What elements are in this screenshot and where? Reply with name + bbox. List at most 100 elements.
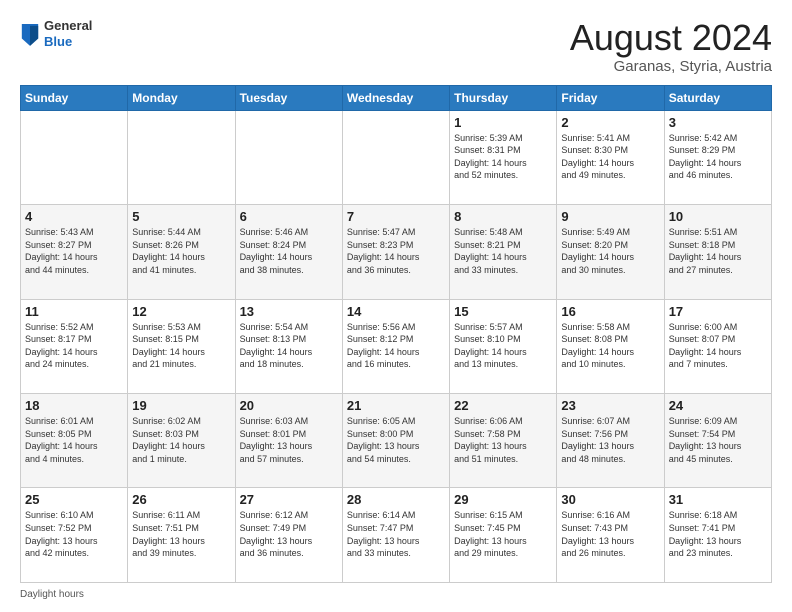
day-info-1-4: Sunrise: 5:48 AMSunset: 8:21 PMDaylight:…	[454, 226, 552, 276]
cell-1-4: 8 Sunrise: 5:48 AMSunset: 8:21 PMDaylight…	[450, 205, 557, 299]
title-block: August 2024 Garanas, Styria, Austria	[570, 18, 772, 75]
day-info-2-6: Sunrise: 6:00 AMSunset: 8:07 PMDaylight:…	[669, 321, 767, 371]
day-info-2-2: Sunrise: 5:54 AMSunset: 8:13 PMDaylight:…	[240, 321, 338, 371]
cell-4-0: 25 Sunrise: 6:10 AMSunset: 7:52 PMDayligh…	[21, 488, 128, 583]
week-row-1: 4 Sunrise: 5:43 AMSunset: 8:27 PMDaylight…	[21, 205, 772, 299]
day-number-0-5: 2	[561, 115, 659, 130]
day-info-3-0: Sunrise: 6:01 AMSunset: 8:05 PMDaylight:…	[25, 415, 123, 465]
day-info-1-0: Sunrise: 5:43 AMSunset: 8:27 PMDaylight:…	[25, 226, 123, 276]
day-info-2-4: Sunrise: 5:57 AMSunset: 8:10 PMDaylight:…	[454, 321, 552, 371]
week-row-2: 11 Sunrise: 5:52 AMSunset: 8:17 PMDayligh…	[21, 299, 772, 393]
day-number-1-1: 5	[132, 209, 230, 224]
day-info-4-6: Sunrise: 6:18 AMSunset: 7:41 PMDaylight:…	[669, 509, 767, 559]
cell-4-2: 27 Sunrise: 6:12 AMSunset: 7:49 PMDayligh…	[235, 488, 342, 583]
footer-label: Daylight hours	[20, 589, 84, 600]
cell-3-0: 18Sunrise: 6:01 AMSunset: 8:05 PMDayligh…	[21, 394, 128, 488]
day-number-2-1: 12	[132, 304, 230, 319]
col-thursday: Thursday	[450, 85, 557, 110]
day-number-1-4: 8	[454, 209, 552, 224]
cell-3-1: 19Sunrise: 6:02 AMSunset: 8:03 PMDayligh…	[128, 394, 235, 488]
cell-2-6: 17 Sunrise: 6:00 AMSunset: 8:07 PMDayligh…	[664, 299, 771, 393]
day-info-1-5: Sunrise: 5:49 AMSunset: 8:20 PMDaylight:…	[561, 226, 659, 276]
day-info-0-4: Sunrise: 5:39 AMSunset: 8:31 PMDaylight:…	[454, 132, 552, 182]
week-row-3: 18Sunrise: 6:01 AMSunset: 8:05 PMDayligh…	[21, 394, 772, 488]
cell-1-0: 4 Sunrise: 5:43 AMSunset: 8:27 PMDaylight…	[21, 205, 128, 299]
day-info-3-4: Sunrise: 6:06 AMSunset: 7:58 PMDaylight:…	[454, 415, 552, 465]
day-number-4-5: 30	[561, 492, 659, 507]
main-title: August 2024	[570, 18, 772, 58]
day-number-2-0: 11	[25, 304, 123, 319]
day-number-2-6: 17	[669, 304, 767, 319]
day-info-4-2: Sunrise: 6:12 AMSunset: 7:49 PMDaylight:…	[240, 509, 338, 559]
col-saturday: Saturday	[664, 85, 771, 110]
cell-3-4: 22Sunrise: 6:06 AMSunset: 7:58 PMDayligh…	[450, 394, 557, 488]
day-number-1-2: 6	[240, 209, 338, 224]
day-info-1-6: Sunrise: 5:51 AMSunset: 8:18 PMDaylight:…	[669, 226, 767, 276]
day-number-4-4: 29	[454, 492, 552, 507]
day-number-1-3: 7	[347, 209, 445, 224]
cell-2-5: 16Sunrise: 5:58 AMSunset: 8:08 PMDayligh…	[557, 299, 664, 393]
subtitle: Garanas, Styria, Austria	[570, 58, 772, 75]
day-number-2-4: 15	[454, 304, 552, 319]
logo: General Blue	[20, 18, 92, 49]
page: General Blue August 2024 Garanas, Styria…	[0, 0, 792, 612]
day-number-0-4: 1	[454, 115, 552, 130]
cell-2-0: 11 Sunrise: 5:52 AMSunset: 8:17 PMDayligh…	[21, 299, 128, 393]
cell-2-3: 14 Sunrise: 5:56 AMSunset: 8:12 PMDayligh…	[342, 299, 449, 393]
cell-2-4: 15 Sunrise: 5:57 AMSunset: 8:10 PMDayligh…	[450, 299, 557, 393]
logo-blue: Blue	[44, 34, 92, 50]
cell-0-6: 3 Sunrise: 5:42 AMSunset: 8:29 PMDaylight…	[664, 110, 771, 204]
cell-3-6: 24Sunrise: 6:09 AMSunset: 7:54 PMDayligh…	[664, 394, 771, 488]
logo-text: General Blue	[44, 18, 92, 49]
day-info-4-4: Sunrise: 6:15 AMSunset: 7:45 PMDaylight:…	[454, 509, 552, 559]
day-info-4-0: Sunrise: 6:10 AMSunset: 7:52 PMDaylight:…	[25, 509, 123, 559]
day-number-0-6: 3	[669, 115, 767, 130]
day-info-1-3: Sunrise: 5:47 AMSunset: 8:23 PMDaylight:…	[347, 226, 445, 276]
calendar-table: Sunday Monday Tuesday Wednesday Thursday…	[20, 85, 772, 583]
cell-1-2: 6 Sunrise: 5:46 AMSunset: 8:24 PMDaylight…	[235, 205, 342, 299]
cell-0-5: 2 Sunrise: 5:41 AMSunset: 8:30 PMDaylight…	[557, 110, 664, 204]
day-number-3-2: 20	[240, 398, 338, 413]
cell-3-3: 21 Sunrise: 6:05 AMSunset: 8:00 PMDayligh…	[342, 394, 449, 488]
day-number-4-0: 25	[25, 492, 123, 507]
day-number-4-1: 26	[132, 492, 230, 507]
cell-2-1: 12 Sunrise: 5:53 AMSunset: 8:15 PMDayligh…	[128, 299, 235, 393]
cell-1-3: 7 Sunrise: 5:47 AMSunset: 8:23 PMDaylight…	[342, 205, 449, 299]
cell-1-5: 9Sunrise: 5:49 AMSunset: 8:20 PMDaylight…	[557, 205, 664, 299]
cell-4-4: 29 Sunrise: 6:15 AMSunset: 7:45 PMDayligh…	[450, 488, 557, 583]
header: General Blue August 2024 Garanas, Styria…	[20, 18, 772, 75]
logo-icon	[20, 22, 40, 46]
cell-4-1: 26 Sunrise: 6:11 AMSunset: 7:51 PMDayligh…	[128, 488, 235, 583]
day-info-1-1: Sunrise: 5:44 AMSunset: 8:26 PMDaylight:…	[132, 226, 230, 276]
day-number-1-6: 10	[669, 209, 767, 224]
cell-0-3	[342, 110, 449, 204]
cell-3-5: 23 Sunrise: 6:07 AMSunset: 7:56 PMDayligh…	[557, 394, 664, 488]
day-info-0-6: Sunrise: 5:42 AMSunset: 8:29 PMDaylight:…	[669, 132, 767, 182]
day-info-0-5: Sunrise: 5:41 AMSunset: 8:30 PMDaylight:…	[561, 132, 659, 182]
day-number-2-5: 16	[561, 304, 659, 319]
day-info-3-6: Sunrise: 6:09 AMSunset: 7:54 PMDaylight:…	[669, 415, 767, 465]
day-info-2-0: Sunrise: 5:52 AMSunset: 8:17 PMDaylight:…	[25, 321, 123, 371]
day-info-3-5: Sunrise: 6:07 AMSunset: 7:56 PMDaylight:…	[561, 415, 659, 465]
day-number-2-3: 14	[347, 304, 445, 319]
cell-1-6: 10 Sunrise: 5:51 AMSunset: 8:18 PMDayligh…	[664, 205, 771, 299]
day-info-4-3: Sunrise: 6:14 AMSunset: 7:47 PMDaylight:…	[347, 509, 445, 559]
day-number-2-2: 13	[240, 304, 338, 319]
day-number-4-2: 27	[240, 492, 338, 507]
day-info-3-3: Sunrise: 6:05 AMSunset: 8:00 PMDaylight:…	[347, 415, 445, 465]
col-sunday: Sunday	[21, 85, 128, 110]
week-row-4: 25 Sunrise: 6:10 AMSunset: 7:52 PMDayligh…	[21, 488, 772, 583]
day-number-4-3: 28	[347, 492, 445, 507]
day-info-2-1: Sunrise: 5:53 AMSunset: 8:15 PMDaylight:…	[132, 321, 230, 371]
day-number-1-0: 4	[25, 209, 123, 224]
day-info-1-2: Sunrise: 5:46 AMSunset: 8:24 PMDaylight:…	[240, 226, 338, 276]
cell-3-2: 20Sunrise: 6:03 AMSunset: 8:01 PMDayligh…	[235, 394, 342, 488]
week-row-0: 1 Sunrise: 5:39 AMSunset: 8:31 PMDaylight…	[21, 110, 772, 204]
col-monday: Monday	[128, 85, 235, 110]
day-number-3-3: 21	[347, 398, 445, 413]
footer: Daylight hours	[20, 589, 772, 600]
day-info-4-1: Sunrise: 6:11 AMSunset: 7:51 PMDaylight:…	[132, 509, 230, 559]
cell-2-2: 13 Sunrise: 5:54 AMSunset: 8:13 PMDayligh…	[235, 299, 342, 393]
day-info-2-3: Sunrise: 5:56 AMSunset: 8:12 PMDaylight:…	[347, 321, 445, 371]
day-number-3-5: 23	[561, 398, 659, 413]
